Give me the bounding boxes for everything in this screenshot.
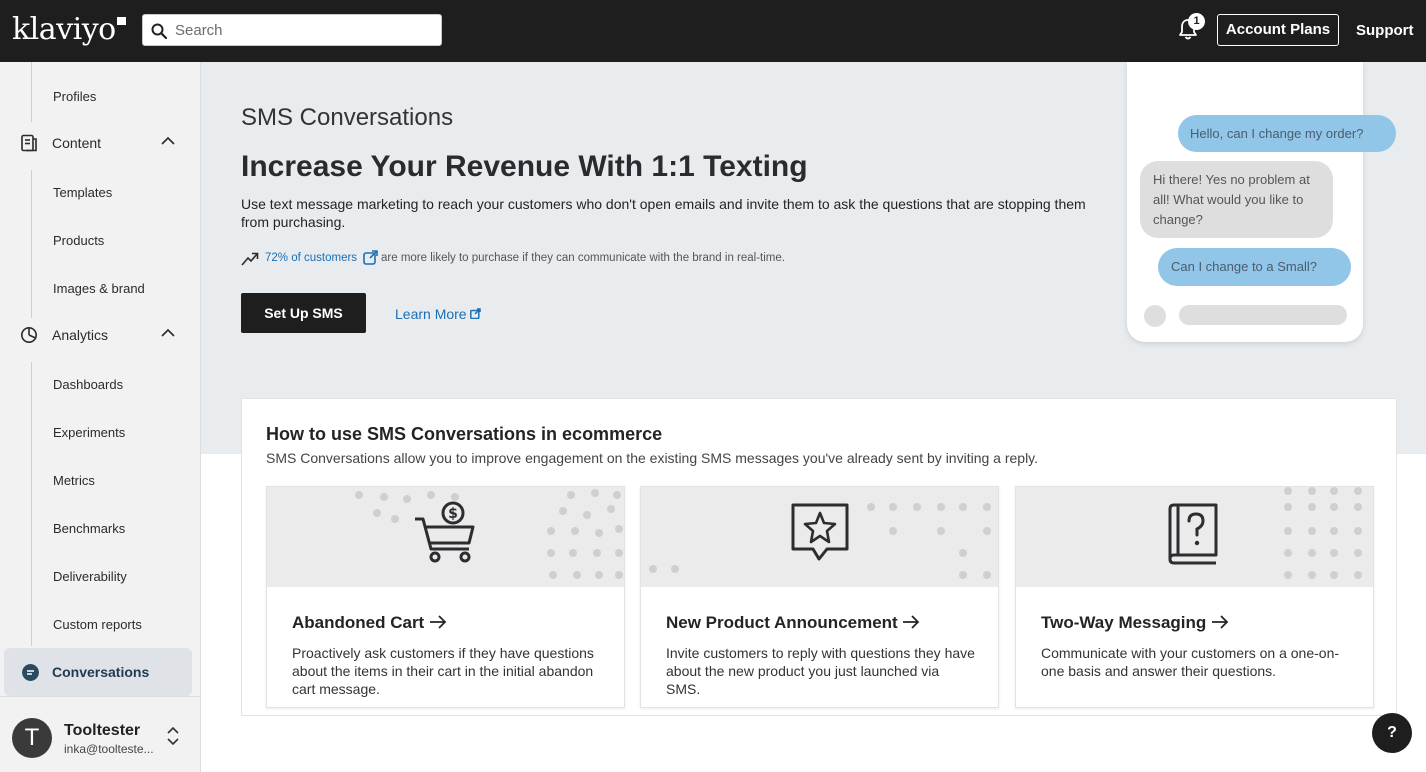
chevron-up-icon[interactable] xyxy=(160,136,176,146)
notification-badge: 1 xyxy=(1188,13,1205,30)
card-description: Communicate with your customers on a one… xyxy=(1041,645,1340,679)
chat-bubble-brand: Hi there! Yes no problem at all! What wo… xyxy=(1140,161,1333,238)
card-title: Two-Way Messaging xyxy=(1041,613,1229,633)
use-case-card-abandoned-cart[interactable]: $ Abandoned Cart Proactively ask custome… xyxy=(266,486,625,708)
arrow-right-icon xyxy=(429,615,447,629)
chat-bubble-customer: Hello, can I change my order? xyxy=(1178,115,1396,152)
card-title-text: Abandoned Cart xyxy=(292,613,425,632)
sidebar-item-dashboards[interactable]: Dashboards xyxy=(53,377,123,392)
sidebar-item-label: Conversations xyxy=(52,664,150,680)
sidebar-item-deliverability[interactable]: Deliverability xyxy=(53,569,127,584)
sidebar-item-experiments[interactable]: Experiments xyxy=(53,425,125,440)
sidebar-item-templates[interactable]: Templates xyxy=(53,185,112,200)
main-content: SMS Conversations Increase Your Revenue … xyxy=(201,62,1426,772)
user-name: Tooltester xyxy=(64,722,141,739)
sidebar-section-analytics[interactable]: Analytics xyxy=(20,324,180,348)
logo-flag-icon xyxy=(116,17,126,25)
chevron-up-icon[interactable] xyxy=(160,328,176,338)
card-description: Invite customers to reply with questions… xyxy=(666,645,975,697)
chat-bubble-customer: Can I change to a Small? xyxy=(1158,248,1351,286)
page-title: SMS Conversations xyxy=(241,104,454,131)
card-description: Proactively ask customers if they have q… xyxy=(292,645,594,697)
help-button[interactable]: ? xyxy=(1372,713,1412,753)
sidebar-section-content[interactable]: Content xyxy=(20,132,180,156)
stat-text: are more likely to purchase if they can … xyxy=(381,252,785,264)
top-bar: klaviyo 1 Account Plans Support xyxy=(0,0,1426,62)
sidebar-section-label: Content xyxy=(52,135,102,151)
external-link-icon xyxy=(470,308,482,320)
how-to-title: How to use SMS Conversations in ecommerc… xyxy=(266,424,663,444)
card-illustration: $ xyxy=(267,487,624,587)
sidebar-item-conversations[interactable]: Conversations xyxy=(4,648,192,696)
sidebar-item-profiles[interactable]: Profiles xyxy=(53,89,96,104)
card-illustration xyxy=(641,487,998,587)
hero-description: Use text message marketing to reach your… xyxy=(241,196,1086,230)
how-to-card: How to use SMS Conversations in ecommerc… xyxy=(241,398,1397,716)
phone-input-bar xyxy=(1179,305,1347,325)
card-title-text: Two-Way Messaging xyxy=(1041,613,1207,632)
sidebar-item-products[interactable]: Products xyxy=(53,233,104,248)
search-input[interactable] xyxy=(175,15,435,45)
sidebar-item-metrics[interactable]: Metrics xyxy=(53,473,95,488)
sidebar-section-label: Analytics xyxy=(52,327,109,343)
stat-link[interactable]: 72% of customers xyxy=(265,252,357,264)
sidebar-item-custom-reports[interactable]: Custom reports xyxy=(53,617,142,632)
learn-more-label: Learn More xyxy=(395,306,467,322)
subnav-line xyxy=(31,170,32,318)
phone-input-dot xyxy=(1144,305,1166,327)
use-case-card-new-product[interactable]: New Product Announcement Invite customer… xyxy=(640,486,999,708)
klaviyo-logo[interactable]: klaviyo xyxy=(12,12,126,47)
how-to-subtitle: SMS Conversations allow you to improve e… xyxy=(266,450,1039,466)
user-account-switcher[interactable]: T Tooltester inka@toolteste... xyxy=(0,696,200,772)
card-title-text: New Product Announcement xyxy=(666,613,898,632)
subnav-line xyxy=(31,62,32,122)
external-link-icon[interactable] xyxy=(363,250,378,265)
pie-chart-icon xyxy=(21,327,37,343)
search-icon xyxy=(151,23,167,39)
arrow-right-icon xyxy=(1212,615,1229,629)
support-link[interactable]: Support xyxy=(1356,22,1414,39)
use-case-card-two-way-messaging[interactable]: Two-Way Messaging Communicate with your … xyxy=(1015,486,1374,708)
card-illustration xyxy=(1016,487,1373,587)
sidebar-item-benchmarks[interactable]: Benchmarks xyxy=(53,521,125,536)
question-book-icon xyxy=(1168,503,1218,565)
arrow-right-icon xyxy=(903,615,920,629)
card-title: New Product Announcement xyxy=(666,613,920,633)
hero-headline: Increase Your Revenue With 1:1 Texting xyxy=(241,150,808,183)
content-icon xyxy=(21,134,37,152)
chat-icon xyxy=(22,664,39,681)
svg-text:$: $ xyxy=(448,506,458,522)
search-box[interactable] xyxy=(142,14,442,46)
account-plans-button[interactable]: Account Plans xyxy=(1217,14,1339,46)
logo-text: klaviyo xyxy=(12,12,116,47)
trending-up-icon xyxy=(241,252,259,266)
sidebar: Profiles Content Templates Products Imag… xyxy=(0,62,201,772)
sidebar-item-images-brand[interactable]: Images & brand xyxy=(53,281,145,296)
set-up-sms-button[interactable]: Set Up SMS xyxy=(241,293,366,333)
avatar: T xyxy=(12,718,52,758)
shopping-cart-icon: $ xyxy=(415,501,475,563)
star-message-icon xyxy=(791,503,849,561)
learn-more-link[interactable]: Learn More xyxy=(395,306,482,322)
user-email: inka@toolteste... xyxy=(64,742,154,756)
card-title: Abandoned Cart xyxy=(292,613,447,633)
chevron-up-down-icon[interactable] xyxy=(166,726,180,746)
subnav-line xyxy=(31,362,32,646)
